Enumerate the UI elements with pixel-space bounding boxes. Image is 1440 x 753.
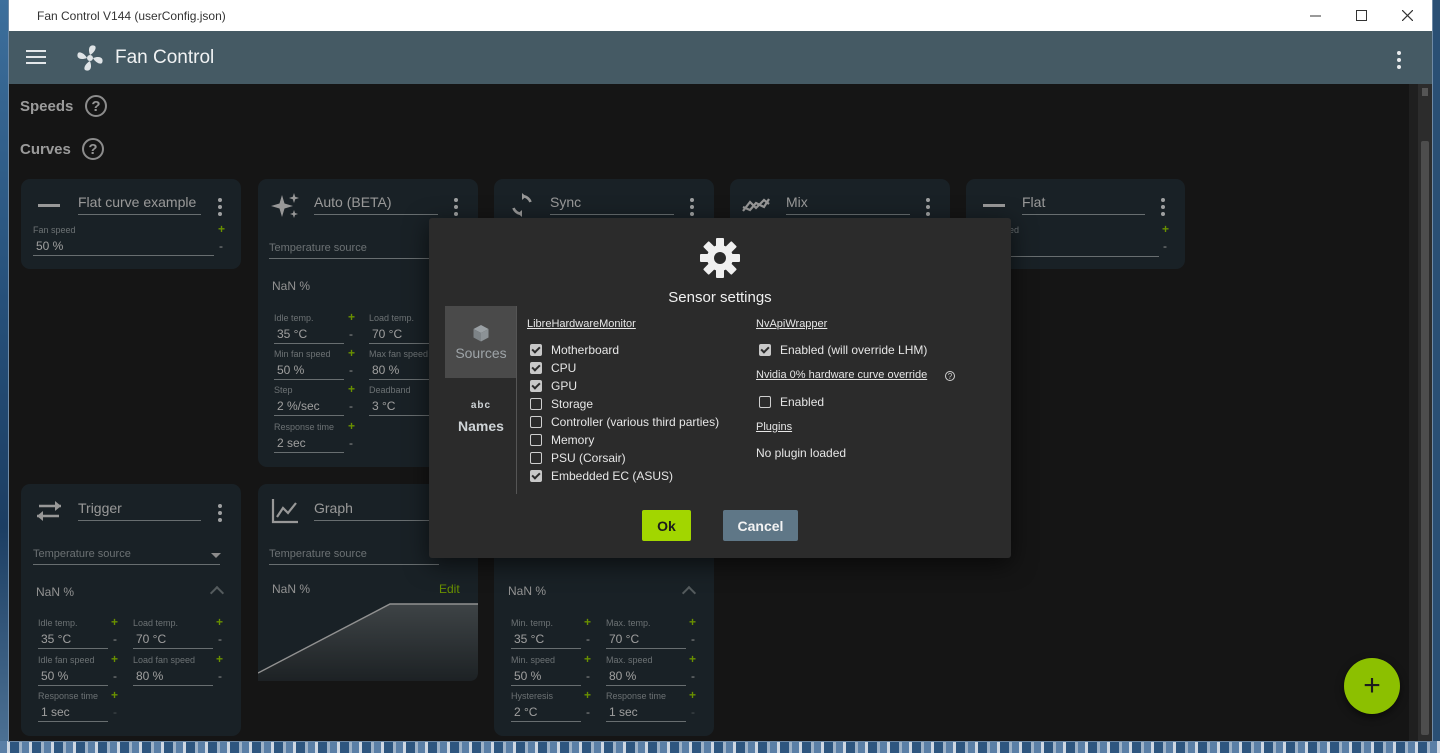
checkbox-checked[interactable]	[530, 362, 542, 374]
scrollbar-thumb[interactable]	[1421, 141, 1429, 735]
add-curve-button[interactable]: +	[1344, 658, 1400, 714]
librehardwaremonitor-header[interactable]: LibreHardwareMonitor	[527, 318, 636, 330]
lhm-checkbox-label: Embedded EC (ASUS)	[551, 469, 674, 483]
maximize-icon	[1355, 10, 1367, 21]
plugins-header[interactable]: Plugins	[756, 421, 792, 433]
checkbox-checked[interactable]	[759, 344, 771, 356]
lhm-checkbox-row[interactable]: CPU	[530, 359, 576, 377]
nvidia-override-label: Nvidia 0% hardware curve override	[756, 369, 928, 381]
checkbox-unchecked[interactable]	[759, 396, 771, 408]
lhm-checkbox-label: Controller (various third parties)	[551, 415, 720, 429]
minimize-icon	[1309, 15, 1321, 17]
nvidia-override-header[interactable]: Nvidia 0% hardware curve override	[756, 369, 927, 381]
lhm-checkbox-label: CPU	[551, 361, 577, 375]
close-button[interactable]	[1384, 0, 1430, 31]
nvapi-enabled-label: Enabled (will override LHM)	[780, 343, 928, 357]
lhm-checkbox-row[interactable]: Motherboard	[530, 341, 619, 359]
sensor-settings-dialog: Sensor settings Sources abc Names LibreH…	[429, 218, 1011, 558]
lhm-checkbox-label: GPU	[551, 379, 578, 393]
checkbox-unchecked[interactable]	[530, 416, 542, 428]
checkbox-unchecked[interactable]	[530, 434, 542, 446]
nav-sources[interactable]: Sources	[445, 306, 517, 378]
nav-names[interactable]: abc Names	[445, 388, 517, 460]
title-bar: Fan Control V144 (userConfig.json)	[9, 0, 1432, 31]
fan-logo-icon	[77, 45, 103, 71]
desktop-background	[0, 0, 9, 753]
lhm-checkbox-row[interactable]: Storage	[530, 395, 593, 413]
checkbox-unchecked[interactable]	[530, 452, 542, 464]
dialog-title: Sensor settings	[668, 289, 772, 306]
lhm-checkbox-row[interactable]: PSU (Corsair)	[530, 449, 626, 467]
lhm-checkbox-row[interactable]: Controller (various third parties)	[530, 413, 719, 431]
app-bar: Fan Control	[9, 31, 1432, 84]
nav-divider	[516, 306, 517, 494]
lhm-checkbox-row[interactable]: Memory	[530, 431, 594, 449]
nvapi-enabled-checkbox[interactable]: Enabled (will override LHM)	[759, 341, 927, 359]
checkbox-unchecked[interactable]	[530, 398, 542, 410]
text-abc-icon: abc	[470, 400, 492, 411]
lhm-checkbox-label: Storage	[551, 397, 594, 411]
app-title: Fan Control	[115, 47, 215, 68]
checkbox-checked[interactable]	[530, 380, 542, 392]
more-options-icon[interactable]	[1397, 51, 1401, 72]
scroll-up-arrow-icon[interactable]	[1422, 88, 1428, 96]
desktop-background-bottom	[0, 741, 1440, 753]
checkbox-checked[interactable]	[530, 344, 542, 356]
minimize-button[interactable]	[1292, 0, 1338, 31]
lhm-checkbox-label: PSU (Corsair)	[551, 451, 626, 465]
gear-icon	[700, 238, 740, 278]
nvidia-override-enabled-label: Enabled	[780, 395, 825, 409]
checkbox-checked[interactable]	[530, 470, 542, 482]
close-icon	[1401, 10, 1413, 21]
menu-icon[interactable]	[26, 50, 46, 66]
cancel-button[interactable]: Cancel	[723, 510, 798, 541]
help-icon[interactable]: ?	[945, 371, 955, 381]
vertical-scrollbar[interactable]	[1418, 84, 1432, 741]
maximize-button[interactable]	[1338, 0, 1384, 31]
nav-sources-label: Sources	[455, 345, 507, 361]
lhm-checkbox-row[interactable]: GPU	[530, 377, 577, 395]
nav-names-label: Names	[458, 418, 504, 434]
window-title: Fan Control V144 (userConfig.json)	[37, 9, 226, 23]
lhm-checkbox-label: Memory	[551, 433, 595, 447]
plugins-status: No plugin loaded	[756, 446, 847, 460]
cube-icon	[473, 325, 489, 342]
lhm-checkbox-row[interactable]: Embedded EC (ASUS)	[530, 467, 673, 485]
lhm-checkbox-label: Motherboard	[551, 343, 620, 357]
nvapiwrapper-header[interactable]: NvApiWrapper	[756, 318, 827, 330]
ok-button[interactable]: Ok	[642, 510, 691, 541]
nvidia-override-enabled-checkbox[interactable]: Enabled	[759, 393, 824, 411]
